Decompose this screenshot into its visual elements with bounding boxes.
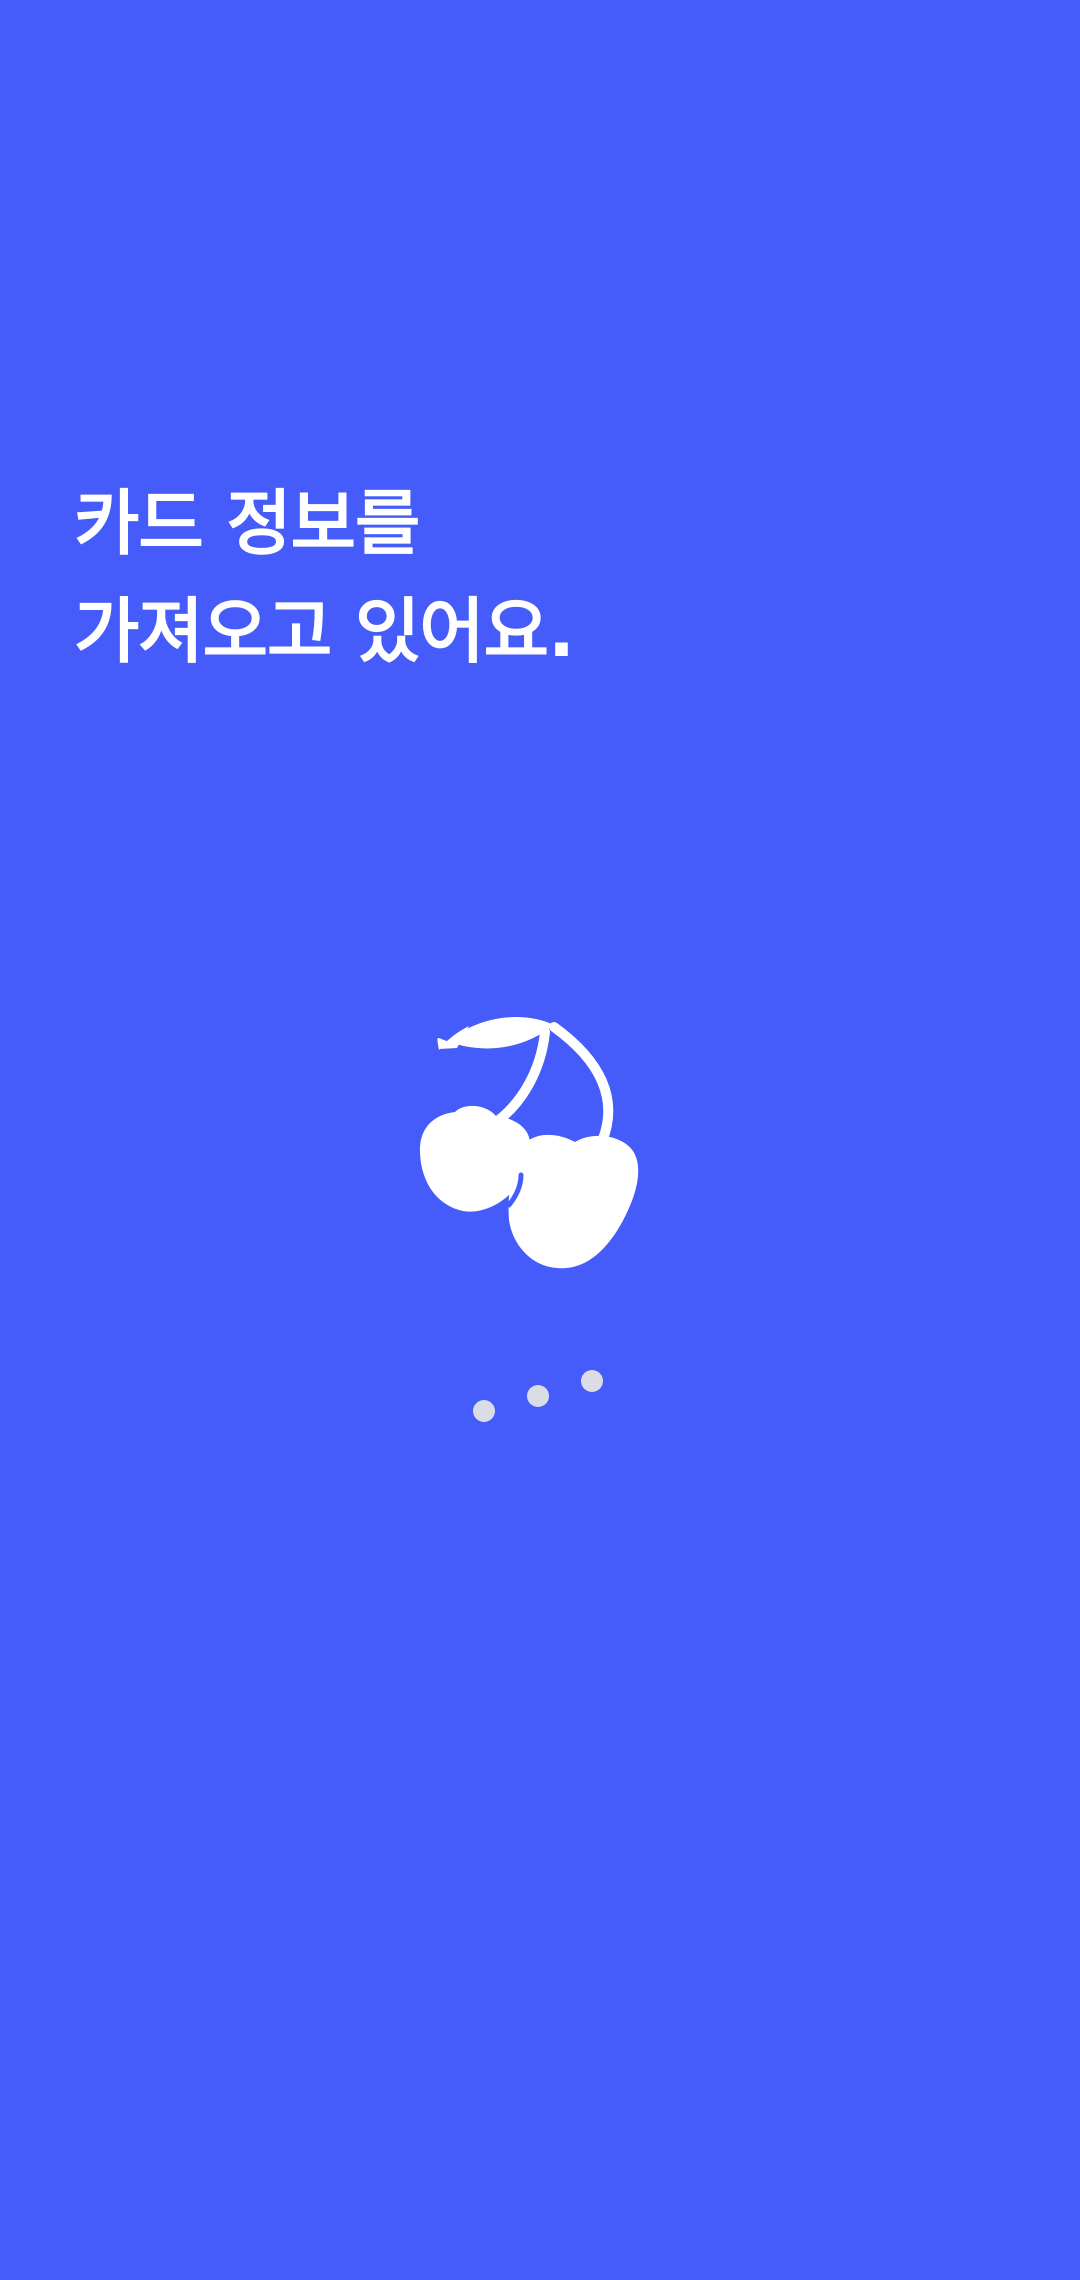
loading-dot: [473, 1400, 495, 1422]
loading-message-line-2: 가져오고 있어요.: [74, 590, 575, 673]
loading-message: 카드 정보를 가져오고 있어요.: [74, 470, 575, 686]
loading-screen: 카드 정보를 가져오고 있어요.: [0, 0, 1080, 2280]
loading-dot: [527, 1385, 549, 1407]
cherry-icon: [419, 1017, 639, 1269]
loading-message-line-1: 카드 정보를: [74, 482, 420, 565]
loading-dot: [581, 1370, 603, 1392]
